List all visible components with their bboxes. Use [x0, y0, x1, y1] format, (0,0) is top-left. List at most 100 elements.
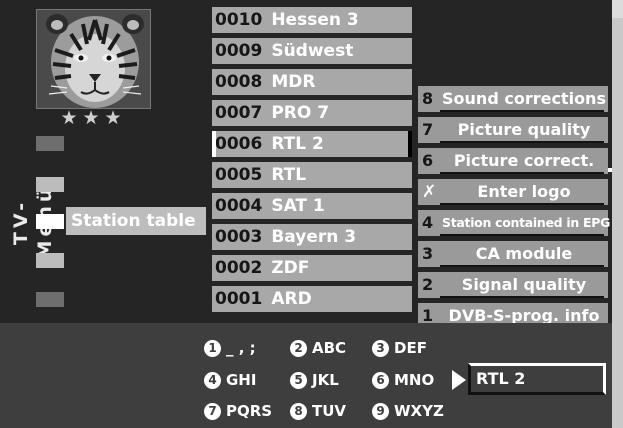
key-number-badge: 2 — [290, 340, 307, 357]
station-row-selected[interactable]: 0006 RTL 2 — [212, 131, 412, 157]
station-name: MDR — [271, 72, 316, 92]
option-number: 8 — [422, 89, 434, 108]
key-number-badge: 9 — [372, 403, 389, 420]
station-options-menu: 8 Sound corrections 7 Picture quality 6 Pic… — [418, 86, 612, 334]
station-number: 0001 — [215, 289, 263, 309]
station-name: SAT 1 — [271, 196, 325, 216]
option-signal-quality[interactable]: 2 Signal quality — [418, 272, 608, 298]
key-chars: GHI — [226, 371, 257, 389]
key-number-badge: 6 — [372, 372, 389, 389]
key-number-badge: 5 — [290, 372, 307, 389]
option-label: Sound corrections — [442, 89, 606, 108]
option-number: 2 — [422, 275, 434, 294]
rating-stars: ★★★ — [60, 107, 127, 129]
key-chars: PQRS — [226, 402, 273, 420]
station-logo-thumbnail — [36, 9, 151, 109]
option-number: 3 — [422, 244, 434, 263]
option-number: 6 — [422, 151, 434, 170]
option-label: Picture correct. — [453, 151, 595, 170]
logo-entry-value: RTL 2 — [476, 369, 526, 388]
option-ca-module[interactable]: 3 CA module — [418, 241, 608, 267]
key-2[interactable]: 2 ABC — [290, 338, 346, 358]
key-9[interactable]: 9 WXYZ — [372, 401, 444, 421]
option-number: 7 — [422, 120, 434, 139]
station-name: PRO 7 — [271, 103, 330, 123]
option-underline — [440, 203, 604, 205]
key-5[interactable]: 5 JKL — [290, 370, 339, 390]
station-row[interactable]: 0005 RTL — [212, 162, 412, 188]
right-edge-strip — [612, 18, 623, 428]
option-number: 4 — [422, 213, 434, 232]
station-row[interactable]: 0002 ZDF — [212, 255, 412, 281]
station-row[interactable]: 0007 PRO 7 — [212, 100, 412, 126]
station-row[interactable]: 0008 MDR — [212, 69, 412, 95]
station-number: 0003 — [215, 227, 263, 247]
station-number: 0007 — [215, 103, 263, 123]
sidebar-icon-station-table[interactable] — [36, 214, 64, 229]
option-enter-logo[interactable]: ✗ Enter logo — [418, 179, 608, 205]
station-row[interactable]: 0009 Südwest — [212, 38, 412, 64]
menu-title-vertical: TV-Menü — [10, 184, 56, 260]
station-name: RTL 2 — [271, 134, 324, 154]
station-number: 0008 — [215, 72, 263, 92]
option-underline — [440, 141, 604, 143]
station-name: RTL — [271, 165, 307, 185]
key-3[interactable]: 3 DEF — [372, 338, 427, 358]
key-number-badge: 1 — [204, 340, 221, 357]
station-number: 0009 — [215, 41, 263, 61]
key-chars: DEF — [394, 339, 427, 357]
station-name: ARD — [271, 289, 312, 309]
option-label: CA module — [475, 244, 573, 263]
cross-icon: ✗ — [422, 182, 437, 202]
key-number-badge: 3 — [372, 340, 389, 357]
option-underline — [440, 296, 604, 298]
key-number-badge: 8 — [290, 403, 307, 420]
tv-screen: ★★★ TV-Menü Station table 0010 Hessen 3 0… — [0, 0, 623, 428]
option-label: Enter logo — [477, 182, 571, 201]
key-chars: JKL — [312, 371, 339, 389]
sidebar-item-station-table[interactable]: Station table — [66, 207, 206, 235]
option-sound-corrections[interactable]: 8 Sound corrections — [418, 86, 608, 112]
key-number-badge: 4 — [204, 372, 221, 389]
option-underline — [440, 234, 604, 236]
station-number: 0006 — [215, 134, 263, 154]
key-chars: _ , ; — [226, 339, 256, 357]
station-number: 0002 — [215, 258, 263, 278]
station-name: Hessen 3 — [271, 10, 359, 30]
sidebar-icon-4[interactable] — [36, 253, 64, 268]
option-label: Station contained in EPG — [442, 215, 611, 230]
sidebar-icon-5[interactable] — [36, 292, 64, 307]
menu-panel: ★★★ TV-Menü Station table 0010 Hessen 3 0… — [0, 0, 612, 329]
key-chars: ABC — [312, 339, 347, 357]
station-row[interactable]: 0004 SAT 1 — [212, 193, 412, 219]
option-underline — [440, 110, 604, 112]
option-underline — [440, 265, 604, 267]
station-row[interactable]: 0001 ARD — [212, 286, 412, 312]
key-4[interactable]: 4 GHI — [204, 370, 256, 390]
sidebar-icon-2[interactable] — [36, 177, 64, 192]
option-picture-correct[interactable]: 6 Picture correct. — [418, 148, 608, 174]
option-underline — [440, 172, 604, 174]
station-number: 0005 — [215, 165, 263, 185]
key-1[interactable]: 1 _ , ; — [204, 338, 256, 358]
station-number: 0010 — [215, 10, 263, 30]
logo-entry-field[interactable]: RTL 2 — [468, 363, 606, 395]
sidebar-icon-1[interactable] — [36, 136, 64, 151]
station-row[interactable]: 0010 Hessen 3 — [212, 7, 412, 33]
key-chars: WXYZ — [394, 402, 444, 420]
station-name: Südwest — [271, 41, 354, 61]
option-picture-quality[interactable]: 7 Picture quality — [418, 117, 608, 143]
key-7[interactable]: 7 PQRS — [204, 401, 272, 421]
key-8[interactable]: 8 TUV — [290, 401, 346, 421]
key-chars: TUV — [312, 402, 347, 420]
key-chars: MNO — [394, 371, 435, 389]
station-name: ZDF — [271, 258, 310, 278]
option-label: Picture quality — [457, 120, 591, 139]
key-6[interactable]: 6 MNO — [372, 370, 434, 390]
station-name: Bayern 3 — [271, 227, 357, 247]
station-row[interactable]: 0003 Bayern 3 — [212, 224, 412, 250]
option-label: Signal quality — [461, 275, 587, 294]
arrow-right-icon — [452, 370, 466, 390]
option-station-in-epg[interactable]: 4 Station contained in EPG — [418, 210, 611, 236]
key-number-badge: 7 — [204, 403, 221, 420]
